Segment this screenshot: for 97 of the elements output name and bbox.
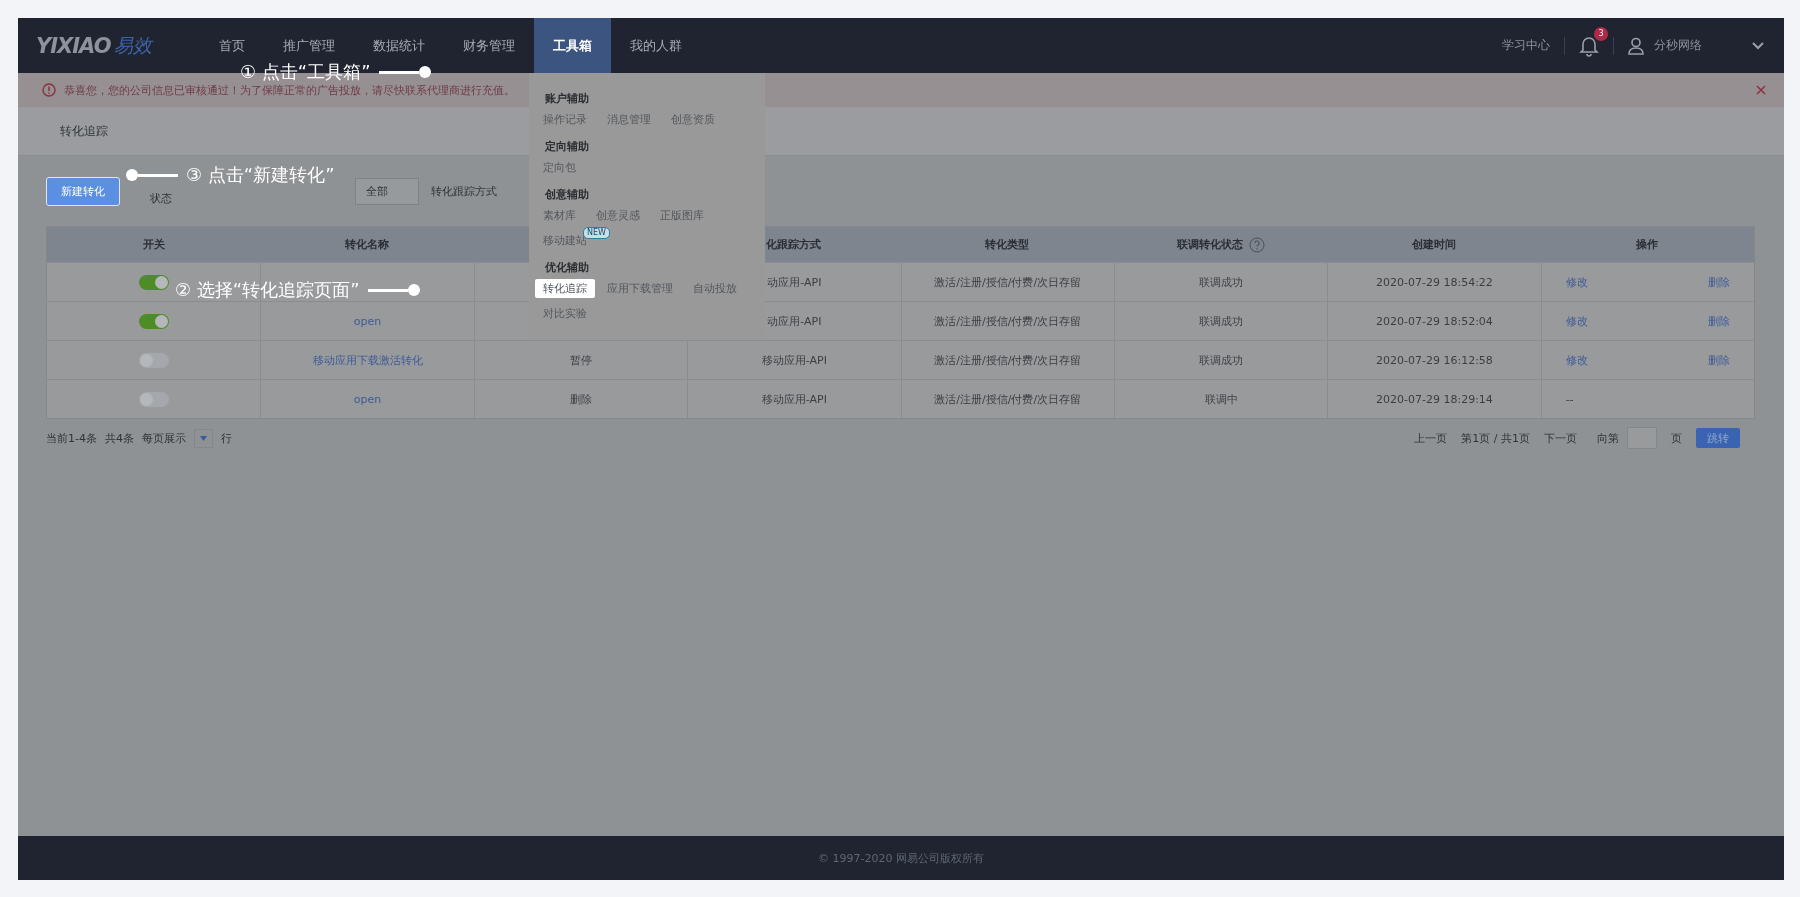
table-cell: 联调中 bbox=[1204, 391, 1238, 407]
menu-item[interactable]: 素材库 bbox=[535, 206, 584, 225]
nav-tab[interactable]: 财务管理 bbox=[444, 32, 534, 59]
conversion-name-link[interactable]: open bbox=[353, 314, 382, 328]
column-title: 转化名称 bbox=[345, 237, 390, 252]
record-range: 当前1-4条 bbox=[46, 430, 97, 446]
table-cell: 删除 bbox=[569, 391, 592, 407]
table-cell: 暂停 bbox=[569, 352, 592, 368]
menu-item[interactable]: 定向包 bbox=[535, 158, 584, 177]
table-cell: 激活/注册/授信/付费/次日存留 bbox=[934, 313, 1082, 329]
nav-tab[interactable]: 数据统计 bbox=[354, 32, 444, 59]
callout-label: ③ 点击“新建转化” bbox=[186, 163, 335, 187]
menu-group-title: 定向辅助 bbox=[544, 139, 590, 154]
chevron-down-icon[interactable] bbox=[1752, 41, 1764, 50]
logo-accent-text[interactable]: 易效 bbox=[114, 32, 153, 59]
menu-item[interactable]: 自动投放 bbox=[685, 279, 745, 298]
table-cell: 联调成功 bbox=[1199, 313, 1244, 329]
menu-group-title: 创意辅助 bbox=[544, 187, 590, 202]
table-cell: 2020-07-29 16:12:58 bbox=[1376, 353, 1493, 367]
callout-label: ② 选择“转化追踪页面” bbox=[175, 278, 360, 302]
user-name[interactable]: 分秒网络 bbox=[1654, 37, 1702, 54]
conversion-name-link[interactable]: 移动应用下载激活转化 bbox=[312, 352, 423, 368]
leader-line bbox=[126, 169, 178, 181]
table-cell: 移动应用-API bbox=[761, 352, 827, 368]
goto-unit: 页 bbox=[1671, 430, 1682, 446]
column-title: 转化类型 bbox=[985, 237, 1030, 252]
table-cell: 激活/注册/授信/付费/次日存留 bbox=[934, 274, 1082, 290]
menu-group-title: 账户辅助 bbox=[544, 91, 590, 106]
help-link[interactable]: 学习中心 bbox=[1502, 37, 1550, 54]
action-link[interactable]: 删除 bbox=[1708, 352, 1730, 368]
menu-group-title: 优化辅助 bbox=[544, 260, 590, 275]
table-cell: 2020-07-29 18:52:04 bbox=[1376, 314, 1493, 328]
record-total: 共4条 bbox=[104, 430, 134, 446]
column-title: 操作 bbox=[1636, 237, 1659, 252]
toggle-switch[interactable] bbox=[138, 274, 169, 290]
close-icon[interactable] bbox=[1756, 85, 1766, 95]
menu-item[interactable]: 消息管理 bbox=[599, 110, 659, 129]
nav-tab[interactable]: 工具箱 bbox=[534, 18, 611, 73]
toggle-switch[interactable] bbox=[138, 352, 169, 368]
table-cell: 2020-07-29 18:29:14 bbox=[1376, 392, 1493, 406]
table-cell: 动应用-API bbox=[767, 313, 822, 329]
warning-icon bbox=[42, 83, 56, 97]
column-title: 开关 bbox=[142, 237, 165, 252]
method-filter-label: 转化跟踪方式 bbox=[431, 183, 497, 199]
table-cell: 联调成功 bbox=[1199, 352, 1244, 368]
table-cell: 联调成功 bbox=[1199, 274, 1244, 290]
goto-label: 向第 bbox=[1597, 430, 1619, 446]
toggle-switch[interactable] bbox=[138, 391, 169, 407]
action-link[interactable]: 修改 bbox=[1565, 352, 1588, 368]
new-conversion-button[interactable]: 新建转化 bbox=[46, 176, 120, 206]
conversion-name-link[interactable]: open bbox=[353, 392, 382, 406]
per-page-select[interactable] bbox=[193, 428, 213, 448]
nav-tab[interactable]: 我的人群 bbox=[611, 32, 701, 59]
page-info: 第1页 / 共1页 bbox=[1461, 430, 1530, 446]
jump-button[interactable]: 跳转 bbox=[1696, 428, 1740, 448]
previous-page-link[interactable]: 上一页 bbox=[1414, 430, 1448, 446]
leader-line bbox=[378, 66, 431, 78]
page-tab[interactable]: 转化追踪 bbox=[60, 122, 108, 140]
table-cell: 动应用-API bbox=[767, 274, 822, 290]
menu-item[interactable]: 创意灵感 bbox=[588, 206, 648, 225]
table-cell: 2020-07-29 18:54:22 bbox=[1376, 275, 1493, 289]
status-select[interactable]: 全部 bbox=[355, 177, 419, 205]
next-page-link[interactable]: 下一页 bbox=[1544, 430, 1577, 446]
action-link[interactable]: 修改 bbox=[1565, 274, 1588, 290]
help-icon[interactable] bbox=[1248, 236, 1265, 253]
menu-item[interactable]: 操作记录 bbox=[535, 110, 595, 129]
action-link[interactable]: 删除 bbox=[1708, 313, 1730, 329]
new-badge: NEW bbox=[583, 227, 610, 239]
menu-item[interactable]: 对比实验 bbox=[535, 304, 595, 323]
table-cell: 激活/注册/授信/付费/次日存留 bbox=[934, 352, 1082, 368]
action-link[interactable]: 删除 bbox=[1708, 274, 1730, 290]
copyright-text: © 1997-2020 网易公司版权所有 bbox=[818, 850, 984, 866]
bell-icon[interactable] bbox=[1579, 34, 1599, 57]
menu-item[interactable]: 正版图库 bbox=[652, 206, 712, 225]
table-cell: -- bbox=[1565, 392, 1574, 406]
toggle-switch[interactable] bbox=[138, 313, 169, 329]
column-title: 联调转化状态 bbox=[1176, 237, 1243, 252]
menu-item[interactable]: 转化追踪 bbox=[535, 279, 595, 298]
table-cell: 激活/注册/授信/付费/次日存留 bbox=[934, 391, 1082, 407]
action-link[interactable]: 修改 bbox=[1565, 313, 1588, 329]
alert-message: 恭喜您，您的公司信息已审核通过！为了保障正常的广告投放，请尽快联系代理商进行充值。 bbox=[64, 82, 515, 98]
nav-tab[interactable]: 首页 bbox=[200, 32, 264, 59]
notification-badge: 3 bbox=[1594, 26, 1608, 41]
column-title: 化跟踪方式 bbox=[766, 237, 822, 252]
table-cell: 移动应用-API bbox=[761, 391, 827, 407]
caret-icon bbox=[199, 435, 207, 441]
callout-label: ① 点击“工具箱” bbox=[240, 60, 371, 84]
menu-item[interactable]: 应用下载管理 bbox=[599, 279, 681, 298]
user-icon[interactable] bbox=[1628, 36, 1644, 55]
leader-line bbox=[367, 284, 420, 296]
logo-text[interactable]: YIXIAO bbox=[36, 33, 111, 58]
per-page-label: 每页展示 bbox=[141, 430, 186, 446]
per-page-unit: 行 bbox=[220, 430, 232, 446]
column-title: 创建时间 bbox=[1411, 237, 1456, 252]
status-filter-label: 状态 bbox=[150, 190, 172, 206]
nav-tab[interactable]: 推广管理 bbox=[264, 32, 354, 59]
menu-item[interactable]: 创意资质 bbox=[663, 110, 723, 129]
